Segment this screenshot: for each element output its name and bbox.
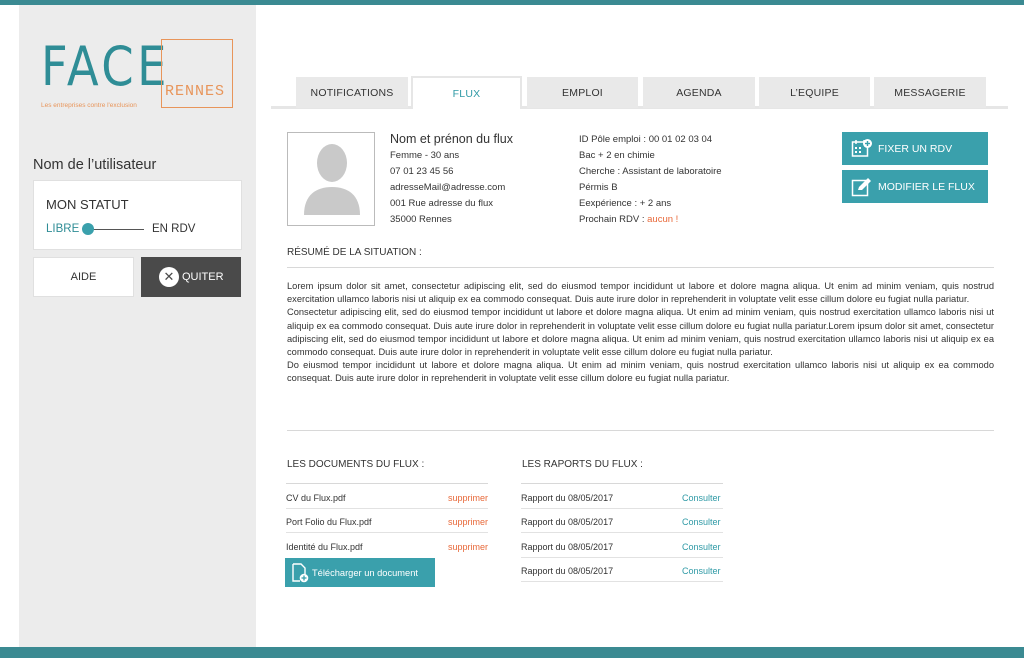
profile-info: Nom et prénon du flux Femme - 30 ans 07 …	[390, 131, 513, 228]
list-item: CV du Flux.pdf supprimer	[286, 485, 488, 509]
list-item: Rapport du 08/05/2017 Consulter	[521, 558, 723, 582]
profile-pole-emploi: ID Pôle emploi : 00 01 02 03 04	[579, 134, 713, 145]
view-report-link[interactable]: Consulter	[682, 493, 721, 503]
delete-document-link[interactable]: supprimer	[448, 542, 488, 552]
list-item: Rapport du 08/05/2017 Consulter	[521, 509, 723, 533]
summary-text: Lorem ipsum dolor sit amet, consectetur …	[287, 281, 994, 384]
next-rdv-label: Prochain RDV :	[579, 214, 645, 225]
document-name: Identité du Flux.pdf	[286, 542, 363, 552]
edit-flux-button[interactable]: MODIFIER LE FLUX	[842, 170, 988, 203]
divider	[521, 483, 723, 484]
username: Nom de l’utilisateur	[33, 157, 157, 173]
profile-license: Pérmis B	[579, 182, 618, 193]
report-name: Rapport du 08/05/2017	[521, 493, 614, 503]
logo-brand: FACE	[41, 35, 170, 98]
logo-tagline: Les entreprises contre l'exclusion	[41, 102, 137, 109]
fix-rdv-label: FIXER UN RDV	[878, 143, 953, 155]
user-silhouette-icon	[304, 144, 360, 215]
status-title: MON STATUT	[46, 197, 129, 212]
report-name: Rapport du 08/05/2017	[521, 542, 614, 552]
profile-diploma: Bac + 2 en chimie	[579, 150, 655, 161]
document-name: CV du Flux.pdf	[286, 493, 346, 503]
logo-city: RENNES	[165, 83, 226, 100]
profile-name: Nom et prénon du flux	[390, 132, 513, 146]
calendar-add-icon	[851, 139, 872, 157]
profile-details: ID Pôle emploi : 00 01 02 03 04 Bac + 2 …	[579, 132, 722, 228]
tab-equipe[interactable]: L’EQUIPE	[759, 77, 870, 108]
profile-next-rdv: Prochain RDV : aucun !	[579, 212, 722, 228]
list-item: Rapport du 08/05/2017 Consulter	[521, 534, 723, 558]
profile-experience: Eexpérience : + 2 ans	[579, 198, 672, 209]
edit-icon	[851, 178, 871, 197]
main-tabs: NOTIFICATIONS FLUX EMPLOI AGENDA L’EQUIP…	[271, 76, 1008, 109]
next-rdv-value: aucun !	[647, 214, 679, 225]
report-name: Rapport du 08/05/2017	[521, 566, 614, 576]
status-rdv-label: EN RDV	[152, 223, 196, 235]
sidebar: FACE RENNES Les entreprises contre l'exc…	[19, 5, 256, 647]
status-free-label: LIBRE	[46, 223, 80, 235]
fix-rdv-button[interactable]: FIXER UN RDV	[842, 132, 988, 165]
upload-document-button[interactable]: Télécharger un document	[285, 558, 435, 587]
view-report-link[interactable]: Consulter	[682, 542, 721, 552]
tab-agenda[interactable]: AGENDA	[643, 77, 755, 108]
report-name: Rapport du 08/05/2017	[521, 517, 614, 527]
edit-flux-label: MODIFIER LE FLUX	[878, 181, 975, 193]
divider	[287, 430, 994, 431]
delete-document-link[interactable]: supprimer	[448, 517, 488, 527]
profile-city: 35000 Rennes	[390, 214, 452, 225]
list-item: Rapport du 08/05/2017 Consulter	[521, 485, 723, 509]
close-icon: ✕	[159, 267, 179, 287]
tab-notifications[interactable]: NOTIFICATIONS	[296, 77, 408, 108]
profile-gender-age: Femme - 30 ans	[390, 150, 460, 161]
upload-document-label: Télécharger un document	[312, 568, 418, 578]
bottom-accent-bar	[0, 647, 1024, 658]
view-report-link[interactable]: Consulter	[682, 517, 721, 527]
profile-email: adresseMail@adresse.com	[390, 182, 506, 193]
face-rennes-logo: FACE RENNES Les entreprises contre l'exc…	[41, 39, 241, 119]
documents-title: LES DOCUMENTS DU FLUX :	[287, 459, 425, 470]
status-toggle-track[interactable]	[89, 229, 144, 230]
document-name: Port Folio du Flux.pdf	[286, 517, 372, 527]
document-add-icon	[292, 563, 309, 583]
delete-document-link[interactable]: supprimer	[448, 493, 488, 503]
tab-emploi[interactable]: EMPLOI	[527, 77, 638, 108]
profile-search: Cherche : Assistant de laboratoire	[579, 166, 722, 177]
quit-button[interactable]: ✕ QUITER	[141, 257, 241, 297]
list-item: Port Folio du Flux.pdf supprimer	[286, 509, 488, 533]
avatar	[287, 132, 375, 226]
quit-button-label: QUITER	[182, 271, 224, 283]
help-button[interactable]: AIDE	[33, 257, 134, 297]
tab-messagerie[interactable]: MESSAGERIE	[874, 77, 986, 108]
view-report-link[interactable]: Consulter	[682, 566, 721, 576]
divider	[286, 483, 488, 484]
profile-phone: 07 01 23 45 56	[390, 166, 454, 177]
reports-title: LES RAPORTS DU FLUX :	[522, 459, 643, 470]
status-panel: MON STATUT LIBRE EN RDV	[33, 180, 242, 250]
divider	[287, 267, 994, 268]
profile-address: 001 Rue adresse du flux	[390, 198, 493, 209]
tab-flux[interactable]: FLUX	[411, 76, 522, 109]
summary-title: RÉSUMÉ DE LA SITUATION :	[287, 247, 422, 258]
status-toggle-knob[interactable]	[82, 223, 94, 235]
list-item: Identité du Flux.pdf supprimer	[286, 534, 488, 558]
